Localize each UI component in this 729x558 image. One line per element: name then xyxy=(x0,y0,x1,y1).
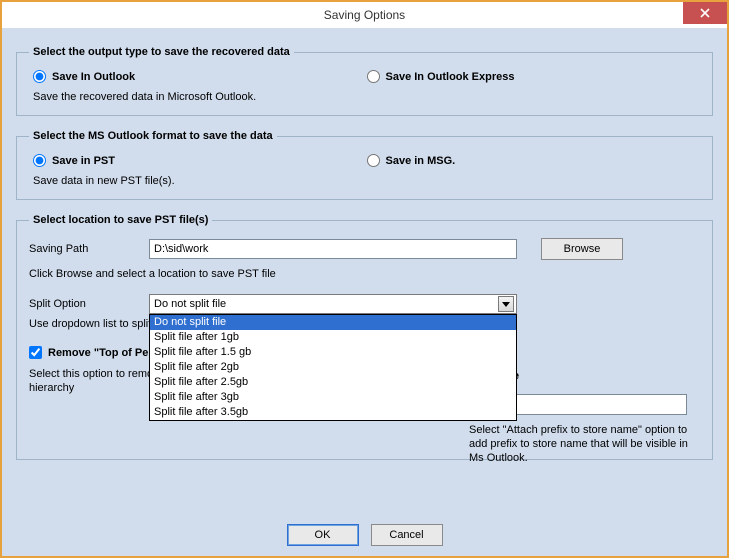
split-option-item[interactable]: Split file after 2gb xyxy=(150,360,516,375)
radio-save-outlook-express-input[interactable] xyxy=(367,70,380,83)
close-button[interactable] xyxy=(683,2,727,24)
remove-top-label: Remove "Top of Pers xyxy=(48,347,159,359)
radio-save-pst[interactable]: Save in PST xyxy=(33,154,367,167)
split-option-item[interactable]: Split file after 2.5gb xyxy=(150,375,516,390)
group-output-legend: Select the output type to save the recov… xyxy=(29,46,294,58)
chevron-down-icon[interactable] xyxy=(498,296,514,312)
cancel-button[interactable]: Cancel xyxy=(371,524,443,546)
split-option-dropdown[interactable]: Do not split fileSplit file after 1gbSpl… xyxy=(149,314,517,421)
radio-save-outlook[interactable]: Save In Outlook xyxy=(33,70,367,83)
split-option-item[interactable]: Split file after 1gb xyxy=(150,330,516,345)
split-option-combobox[interactable]: Do not split file xyxy=(149,294,517,314)
split-option-item[interactable]: Do not split file xyxy=(150,315,516,330)
browse-button[interactable]: Browse xyxy=(541,238,623,260)
format-desc: Save data in new PST file(s). xyxy=(33,175,367,187)
radio-save-msg-label: Save in MSG. xyxy=(386,155,456,167)
output-desc: Save the recovered data in Microsoft Out… xyxy=(33,91,367,103)
group-output-type: Select the output type to save the recov… xyxy=(16,46,713,116)
close-icon xyxy=(700,8,710,18)
split-option-label: Split Option xyxy=(29,298,149,310)
split-option-selected: Do not split file xyxy=(154,298,226,310)
radio-save-outlook-input[interactable] xyxy=(33,70,46,83)
dialog-window: Saving Options Select the output type to… xyxy=(0,0,729,558)
split-option-item[interactable]: Split file after 3gb xyxy=(150,390,516,405)
dialog-button-bar: OK Cancel xyxy=(2,524,727,546)
split-option-item[interactable]: Split file after 1.5 gb xyxy=(150,345,516,360)
radio-save-pst-label: Save in PST xyxy=(52,155,115,167)
saving-path-label: Saving Path xyxy=(29,243,149,255)
remove-top-checkbox[interactable] xyxy=(29,346,42,359)
group-format: Select the MS Outlook format to save the… xyxy=(16,130,713,200)
radio-save-pst-input[interactable] xyxy=(33,154,46,167)
saving-path-hint: Click Browse and select a location to sa… xyxy=(29,268,700,280)
client-area: Select the output type to save the recov… xyxy=(2,28,727,556)
radio-save-msg-input[interactable] xyxy=(367,154,380,167)
saving-path-input[interactable] xyxy=(149,239,517,259)
radio-save-outlook-express-label: Save In Outlook Express xyxy=(386,71,515,83)
window-title: Saving Options xyxy=(324,8,405,22)
radio-save-outlook-label: Save In Outlook xyxy=(52,71,135,83)
radio-save-outlook-express[interactable]: Save In Outlook Express xyxy=(367,70,701,83)
prefix-help-text: Select "Attach prefix to store name" opt… xyxy=(469,423,695,465)
ok-button[interactable]: OK xyxy=(287,524,359,546)
group-location: Select location to save PST file(s) Savi… xyxy=(16,214,713,460)
group-location-legend: Select location to save PST file(s) xyxy=(29,214,212,226)
split-option-item[interactable]: Split file after 3.5gb xyxy=(150,405,516,420)
radio-save-msg[interactable]: Save in MSG. xyxy=(367,154,701,167)
titlebar: Saving Options xyxy=(2,2,727,28)
group-format-legend: Select the MS Outlook format to save the… xyxy=(29,130,277,142)
